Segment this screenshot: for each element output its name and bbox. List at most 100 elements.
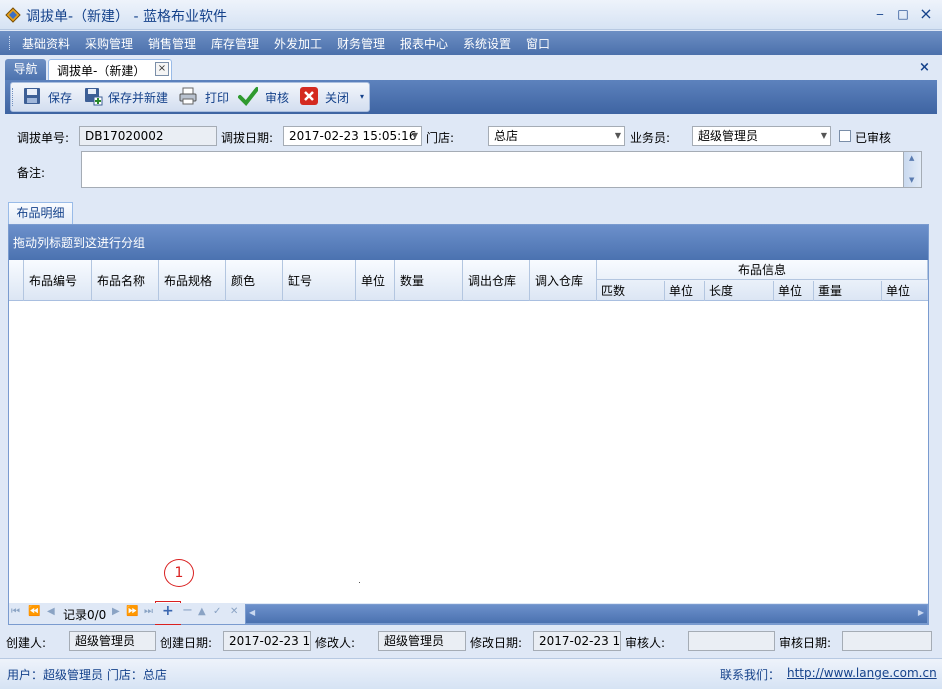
nav-cancel-edit-icon[interactable]: ✕ [230,606,238,617]
modified-date-label: 修改日期: [470,636,523,650]
scroll-up-icon[interactable]: ▲ [909,154,914,162]
panel-close-icon[interactable]: × [919,60,930,75]
menu-settings[interactable]: 系统设置 [463,35,511,52]
date-value: 2017-02-23 15:05:16 [289,129,417,143]
modifier-field: 超级管理员 [378,631,466,651]
nav-prev-icon[interactable]: ◀ [47,606,55,617]
modifier-label: 修改人: [315,636,356,650]
approved-label: 已审核 [855,131,892,145]
menu-outsourcing[interactable]: 外发加工 [274,35,322,52]
column-header-length[interactable]: 长度 [705,281,774,301]
approve-button[interactable]: 审核 [265,89,289,106]
salesman-select[interactable]: 超级管理员 ▼ [692,126,831,146]
nav-append-icon[interactable]: + [162,603,174,619]
nav-next-page-icon[interactable]: ⏩ [126,606,138,617]
column-header-length-unit[interactable]: 单位 [774,281,814,301]
column-header-bolts[interactable]: 匹数 [597,281,665,301]
created-date-field: 2017-02-23 15 [223,631,311,651]
menu-finance[interactable]: 财务管理 [337,35,385,52]
window-title: 调拔单-（新建） - 蓝格布业软件 [26,9,228,25]
column-header-quantity[interactable]: 数量 [395,260,463,301]
column-header-color[interactable]: 颜色 [226,260,283,301]
save-new-icon [85,88,103,106]
menu-inventory[interactable]: 库存管理 [211,35,259,52]
salesman-value: 超级管理员 [698,129,759,143]
toolbar-grip [12,88,15,106]
memo-label: 备注: [17,166,46,180]
memo-textarea[interactable] [81,151,922,188]
minimize-button[interactable]: ‒ [870,5,890,23]
nav-first-icon[interactable]: ⏮ [11,606,20,617]
app-logo-icon [5,7,21,23]
column-header-weight[interactable]: 重量 [814,281,882,301]
close-x-icon [300,87,318,105]
column-header-unit[interactable]: 单位 [356,260,395,301]
store-select[interactable]: 总店 ▼ [488,126,625,146]
dropdown-arrow-icon[interactable]: ▼ [821,127,827,145]
audit-date-label: 审核日期: [779,636,832,650]
auditor-field [688,631,775,651]
scroll-left-icon[interactable]: ◀ [249,608,255,617]
order-no-label: 调拔单号: [17,131,70,145]
column-header-in-warehouse[interactable]: 调入仓库 [530,260,597,301]
nav-prev-page-icon[interactable]: ⏪ [28,606,40,617]
nav-edit-icon[interactable]: ▲ [198,606,206,617]
column-header-fabric-spec[interactable]: 布品规格 [159,260,226,301]
menu-sales[interactable]: 销售管理 [148,35,196,52]
group-by-panel[interactable]: 拖动列标题到这进行分组 [9,225,928,260]
column-header-fabric-name[interactable]: 布品名称 [92,260,159,301]
stray-dot [359,582,360,583]
horizontal-scrollbar[interactable]: ◀ ▶ [245,604,928,624]
menu-window[interactable]: 窗口 [526,35,550,52]
column-header-weight-unit[interactable]: 单位 [882,281,928,301]
menu-grip [9,36,12,50]
column-header-dye-lot[interactable]: 缸号 [283,260,356,301]
nav-last-icon[interactable]: ⏭ [144,606,153,617]
auditor-label: 审核人: [625,636,666,650]
menu-reports[interactable]: 报表中心 [400,35,448,52]
date-field[interactable]: 2017-02-23 15:05:16 ▼ [283,126,422,146]
nav-next-icon[interactable]: ▶ [112,606,120,617]
menu-purchase[interactable]: 采购管理 [85,35,133,52]
column-header-bolt-unit[interactable]: 单位 [665,281,705,301]
scroll-down-icon[interactable]: ▼ [909,176,914,184]
salesman-label: 业务员: [630,131,671,145]
save-and-new-button[interactable]: 保存并新建 [108,89,168,106]
approved-checkbox[interactable] [839,130,851,142]
modified-date-field: 2017-02-23 15 [533,631,621,651]
row-indicator-header [9,260,24,301]
order-no-field[interactable]: DB17020002 [79,126,217,146]
tab-close-icon[interactable]: × [155,62,169,76]
tab-navigation[interactable]: 导航 [5,59,46,80]
save-icon [24,88,40,104]
column-header-fabric-code[interactable]: 布品编号 [24,260,92,301]
tab-fabric-details[interactable]: 布品明细 [8,202,73,224]
audit-date-field [842,631,932,651]
dropdown-arrow-icon[interactable]: ▼ [615,127,621,145]
dropdown-arrow-icon[interactable]: ▼ [412,127,418,145]
print-button[interactable]: 打印 [205,89,229,106]
tab-transfer-order-label: 调拔单-（新建） [57,64,146,78]
status-contact-label: 联系我们： [720,668,781,682]
annotation-marker: 1 [164,559,194,587]
scroll-right-icon[interactable]: ▶ [918,608,924,617]
nav-record-counter: 记录0/0 [63,608,107,622]
store-value: 总店 [494,129,519,143]
date-label: 调拔日期: [221,131,274,145]
save-button[interactable]: 保存 [48,89,72,106]
created-date-label: 创建日期: [160,636,213,650]
band-header-fabric-info[interactable]: 布品信息 [597,260,928,280]
maximize-button[interactable]: □ [893,5,913,23]
website-link[interactable]: http://www.lange.com.cn [787,666,937,680]
nav-remove-icon[interactable]: − [182,603,193,618]
print-icon [179,87,197,105]
close-window-button[interactable]: × [916,5,936,23]
close-button[interactable]: 关闭 [325,89,349,106]
memo-scrollbar[interactable]: ▲ ▼ [903,152,921,187]
column-header-out-warehouse[interactable]: 调出仓库 [463,260,530,301]
toolbar-overflow-chevron-icon[interactable]: ▾ [360,92,364,101]
creator-field: 超级管理员 [69,631,156,651]
nav-end-edit-icon[interactable]: ✓ [213,606,221,617]
approve-check-icon [238,87,258,106]
menu-basic-data[interactable]: 基础资料 [22,35,70,52]
